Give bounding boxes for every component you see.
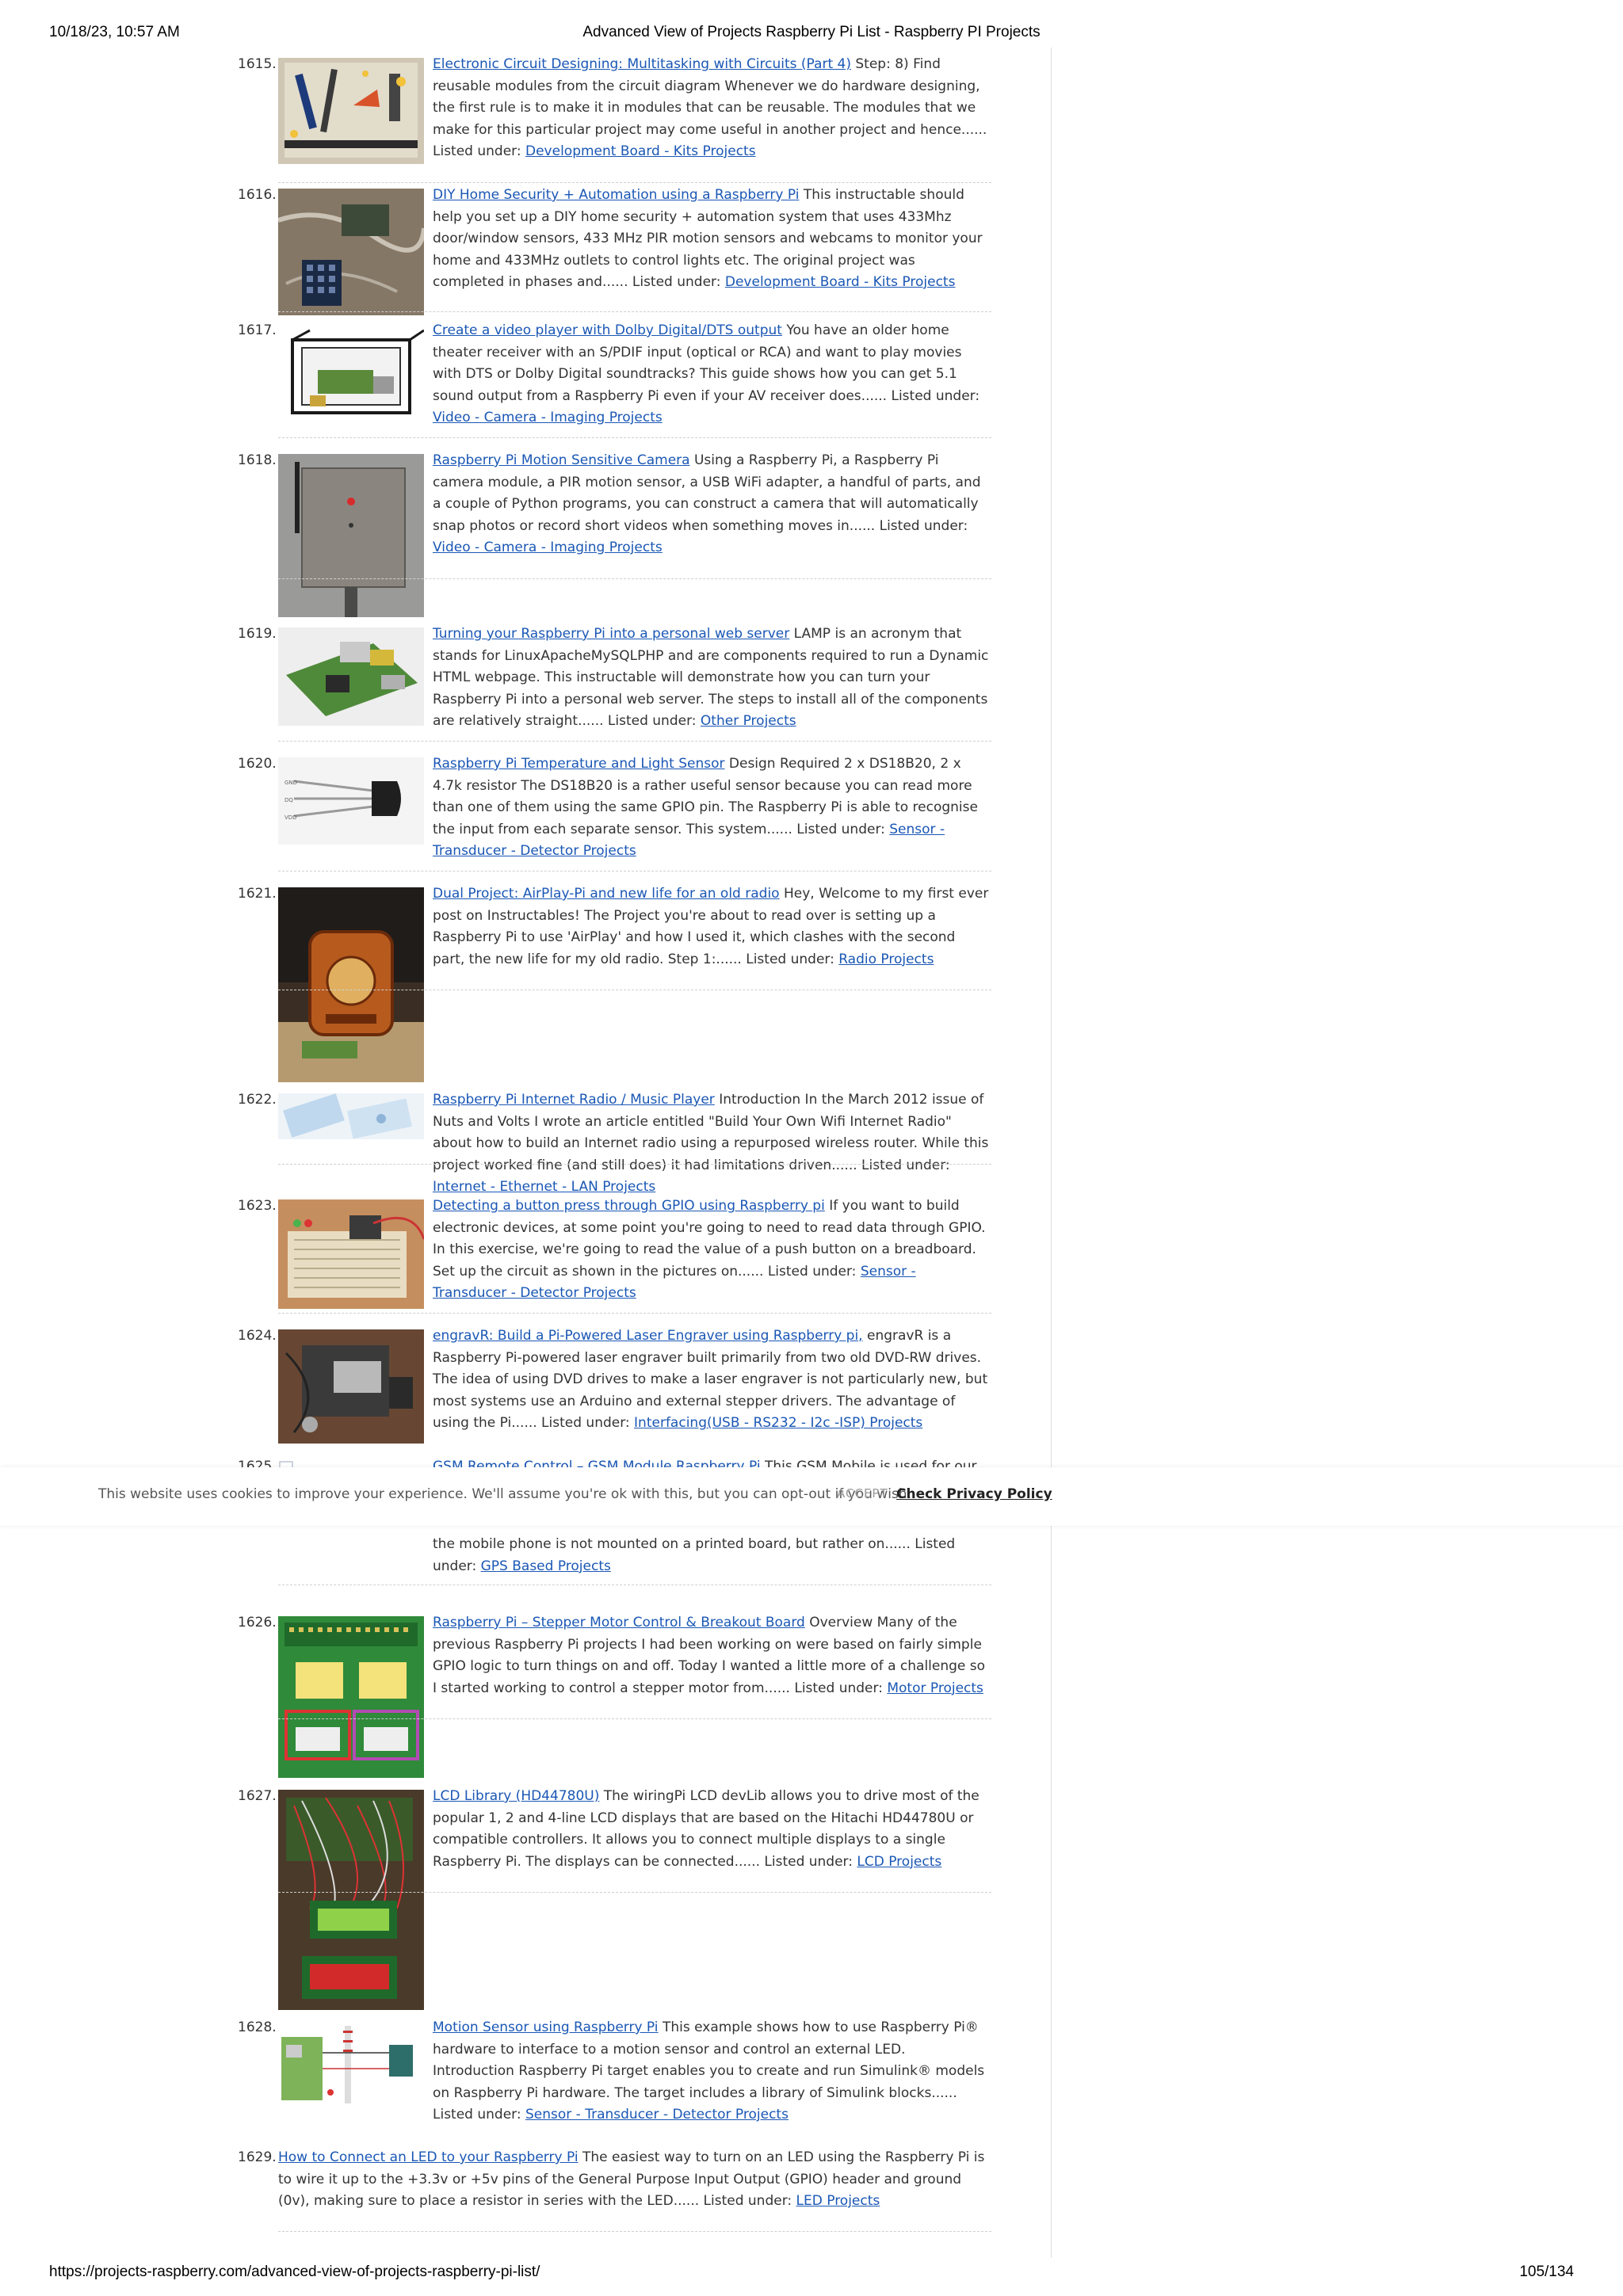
- item-number: 1620.: [238, 756, 277, 772]
- item-number: 1616.: [238, 187, 277, 203]
- item-description: LCD Library (HD44780U) The wiringPi LCD …: [433, 1786, 991, 1873]
- project-link[interactable]: Raspberry Pi Motion Sensitive Camera: [433, 452, 690, 468]
- divider: [278, 1313, 991, 1314]
- project-thumbnail[interactable]: [278, 887, 424, 1082]
- item-description: Detecting a button press through GPIO us…: [433, 1196, 991, 1305]
- category-link[interactable]: GPS Based Projects: [481, 1558, 611, 1574]
- divider: [278, 2231, 991, 2232]
- project-thumbnail[interactable]: [278, 2021, 424, 2108]
- divider: [278, 437, 991, 438]
- project-thumbnail[interactable]: [278, 324, 424, 430]
- divider: [278, 578, 991, 579]
- item-number: 1618.: [238, 452, 277, 468]
- project-link[interactable]: DIY Home Security + Automation using a R…: [433, 187, 799, 203]
- item-number: 1619.: [238, 626, 277, 642]
- project-thumbnail[interactable]: [278, 627, 424, 726]
- project-thumbnail[interactable]: [278, 1199, 424, 1309]
- category-link[interactable]: Development Board - Kits Projects: [525, 143, 756, 159]
- svg-text:DQ: DQ: [285, 797, 293, 803]
- item-description: How to Connect an LED to your Raspberry …: [278, 2147, 991, 2213]
- accept-button[interactable]: ACCEPT: [837, 1486, 888, 1501]
- item-number: 1623.: [238, 1198, 277, 1214]
- item-description: Electronic Circuit Designing: Multitaski…: [433, 54, 991, 163]
- project-link[interactable]: Raspberry Pi Temperature and Light Senso…: [433, 756, 724, 772]
- item-number: 1615.: [238, 56, 277, 72]
- category-link[interactable]: LED Projects: [796, 2193, 880, 2209]
- print-url: https://projects-raspberry.com/advanced-…: [49, 2264, 540, 2280]
- cookie-message: This website uses cookies to improve you…: [98, 1486, 911, 1502]
- project-thumbnail[interactable]: GND DQ VDD: [278, 757, 424, 845]
- project-link[interactable]: Motion Sensor using Raspberry Pi: [433, 2019, 659, 2035]
- item-description: Raspberry Pi Temperature and Light Senso…: [433, 753, 991, 863]
- divider: [278, 311, 991, 312]
- category-link[interactable]: LCD Projects: [857, 1854, 941, 1870]
- item-description: Raspberry Pi Internet Radio / Music Play…: [433, 1089, 991, 1199]
- item-number: 1622.: [238, 1092, 277, 1108]
- privacy-policy-link[interactable]: Check Privacy Policy: [896, 1486, 1052, 1502]
- project-thumbnail[interactable]: [278, 58, 424, 164]
- divider: [278, 1164, 991, 1165]
- project-thumbnail[interactable]: [278, 189, 424, 315]
- divider: [278, 1718, 991, 1719]
- category-link[interactable]: Development Board - Kits Projects: [725, 274, 956, 290]
- item-description: DIY Home Security + Automation using a R…: [433, 185, 991, 294]
- project-link[interactable]: Detecting a button press through GPIO us…: [433, 1198, 825, 1214]
- project-link[interactable]: Raspberry Pi Internet Radio / Music Play…: [433, 1092, 715, 1108]
- item-number: 1629.: [238, 2149, 277, 2165]
- item-number: 1624.: [238, 1328, 277, 1344]
- item-description: Create a video player with Dolby Digital…: [433, 320, 991, 429]
- category-link[interactable]: Motor Projects: [887, 1680, 983, 1696]
- category-link[interactable]: Other Projects: [701, 713, 796, 729]
- item-number: 1627.: [238, 1788, 277, 1804]
- category-link[interactable]: Video - Camera - Imaging Projects: [433, 540, 663, 555]
- project-thumbnail[interactable]: [278, 454, 424, 617]
- project-link[interactable]: engravR: Build a Pi-Powered Laser Engrav…: [433, 1328, 863, 1344]
- divider: [278, 741, 991, 742]
- project-thumbnail[interactable]: [278, 1616, 424, 1778]
- project-link[interactable]: Raspberry Pi – Stepper Motor Control & B…: [433, 1615, 805, 1630]
- svg-text:VDD: VDD: [285, 814, 297, 821]
- item-number: 1628.: [238, 2019, 277, 2035]
- divider: [278, 1892, 991, 1893]
- item-description: Dual Project: AirPlay-Pi and new life fo…: [433, 883, 991, 971]
- category-link[interactable]: Internet - Ethernet - LAN Projects: [433, 1179, 655, 1195]
- project-link[interactable]: Create a video player with Dolby Digital…: [433, 322, 782, 338]
- item-description: Raspberry Pi – Stepper Motor Control & B…: [433, 1612, 991, 1699]
- item-description: Raspberry Pi Motion Sensitive Camera Usi…: [433, 450, 991, 559]
- svg-text:GND: GND: [285, 780, 297, 786]
- item-number: 1626.: [238, 1615, 277, 1630]
- category-link[interactable]: Video - Camera - Imaging Projects: [433, 410, 663, 425]
- project-link[interactable]: Dual Project: AirPlay-Pi and new life fo…: [433, 886, 780, 902]
- item-description: Turning your Raspberry Pi into a persona…: [433, 624, 991, 733]
- project-link[interactable]: Turning your Raspberry Pi into a persona…: [433, 626, 789, 642]
- item-description-continued: the mobile phone is not mounted on a pri…: [433, 1534, 991, 1577]
- print-footer: https://projects-raspberry.com/advanced-…: [0, 2264, 1623, 2295]
- item-number: 1617.: [238, 322, 277, 338]
- item-description: engravR: Build a Pi-Powered Laser Engrav…: [433, 1325, 991, 1435]
- print-page-number: 105/134: [1519, 2264, 1574, 2280]
- divider: [278, 182, 991, 183]
- project-list: 1615. Electronic Circuit Designing: Mult…: [0, 0, 1623, 2296]
- project-link[interactable]: Electronic Circuit Designing: Multitaski…: [433, 56, 851, 72]
- category-link[interactable]: Interfacing(USB - RS232 - I2c -ISP) Proj…: [634, 1415, 922, 1431]
- item-description: Motion Sensor using Raspberry Pi This ex…: [433, 2017, 991, 2126]
- project-thumbnail[interactable]: [278, 1329, 424, 1444]
- cookie-consent-bar: This website uses cookies to improve you…: [0, 1467, 1623, 1526]
- category-link[interactable]: Radio Projects: [838, 952, 934, 967]
- project-thumbnail[interactable]: [278, 1093, 424, 1139]
- project-link[interactable]: LCD Library (HD44780U): [433, 1788, 599, 1804]
- project-link[interactable]: How to Connect an LED to your Raspberry …: [278, 2149, 579, 2165]
- category-link[interactable]: Sensor - Transducer - Detector Projects: [525, 2107, 789, 2122]
- project-thumbnail[interactable]: [278, 1790, 424, 2010]
- item-number: 1621.: [238, 886, 277, 902]
